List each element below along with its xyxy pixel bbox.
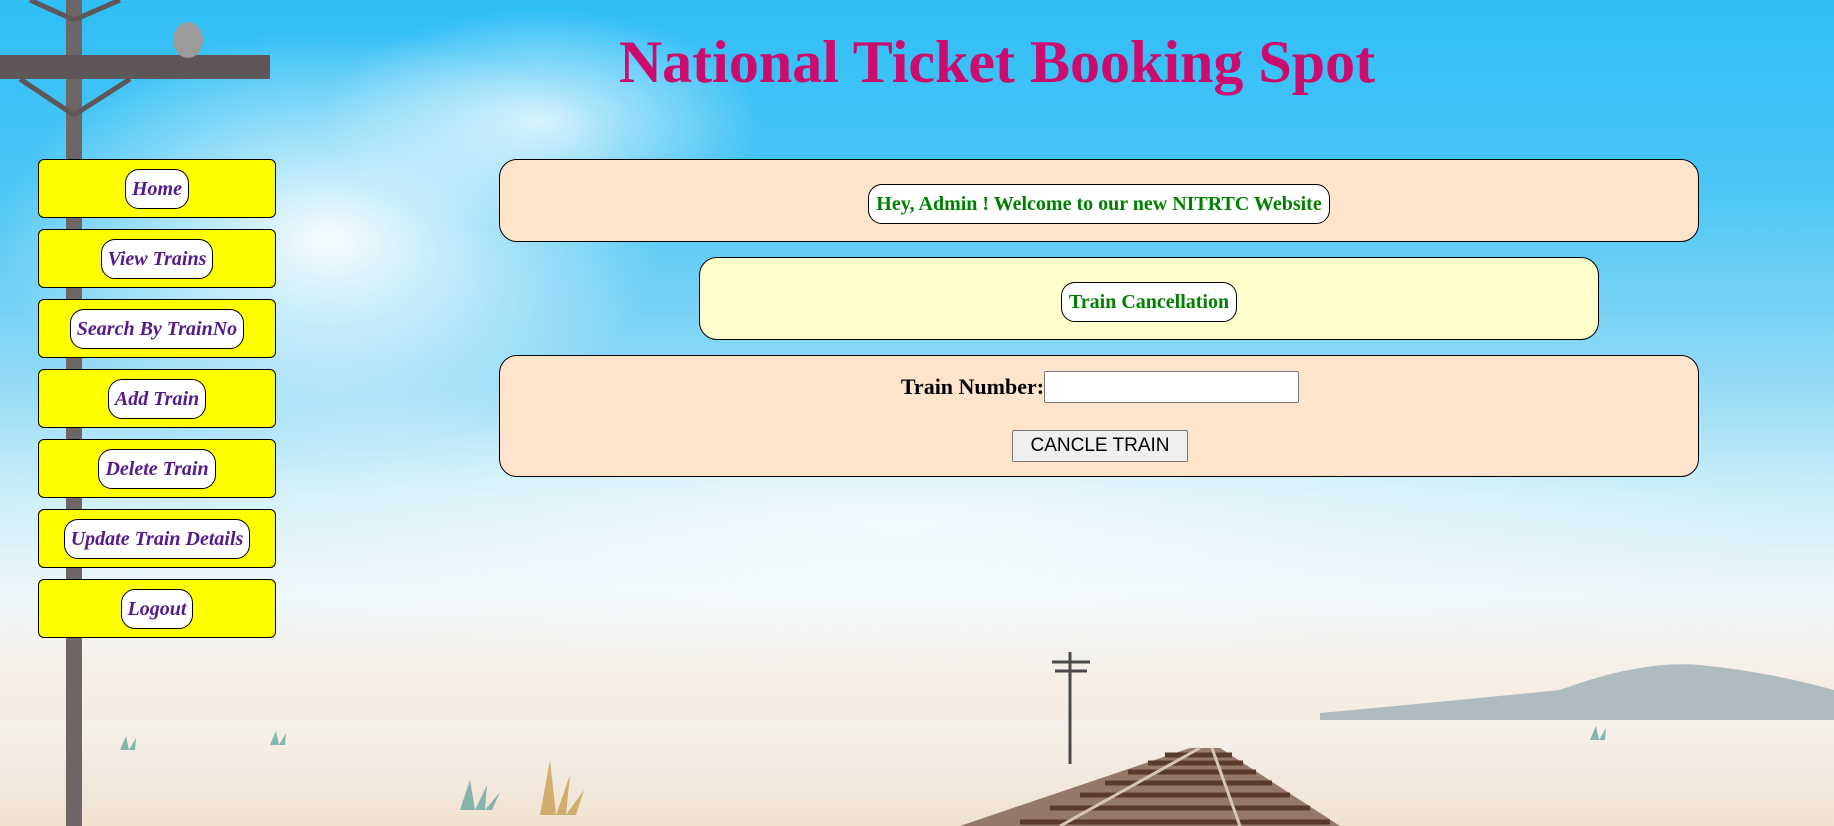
- update-train-details-link[interactable]: Update Train Details: [63, 518, 251, 559]
- logout-link[interactable]: Logout: [120, 588, 194, 629]
- submit-row: CANCLE TRAIN: [500, 430, 1700, 462]
- home-link[interactable]: Home: [125, 168, 189, 209]
- sidebar-item-update-train-details[interactable]: Update Train Details: [38, 509, 276, 568]
- sidebar-item-search-by-trainno[interactable]: Search By TrainNo: [38, 299, 276, 358]
- cancel-train-button[interactable]: CANCLE TRAIN: [1012, 430, 1188, 462]
- welcome-panel: Hey, Admin ! Welcome to our new NITRTC W…: [499, 159, 1699, 242]
- sidebar-item-add-train[interactable]: Add Train: [38, 369, 276, 428]
- add-train-link[interactable]: Add Train: [107, 378, 207, 419]
- train-number-label: Train Number:: [900, 374, 1045, 399]
- sidebar-item-logout[interactable]: Logout: [38, 579, 276, 638]
- sidebar-item-view-trains[interactable]: View Trains: [38, 229, 276, 288]
- sidebar-item-delete-train[interactable]: Delete Train: [38, 439, 276, 498]
- cancel-train-form: Train Number: CANCLE TRAIN: [499, 355, 1699, 477]
- delete-train-link[interactable]: Delete Train: [98, 448, 216, 489]
- section-title: Train Cancellation: [1060, 282, 1238, 322]
- hill: [1320, 664, 1834, 720]
- view-trains-link[interactable]: View Trains: [100, 238, 214, 279]
- welcome-message: Hey, Admin ! Welcome to our new NITRTC W…: [868, 184, 1330, 224]
- train-number-input[interactable]: [1044, 371, 1300, 403]
- search-by-trainno-link[interactable]: Search By TrainNo: [69, 308, 245, 349]
- sidebar-item-home[interactable]: Home: [38, 159, 276, 218]
- sidebar-nav: Home View Trains Search By TrainNo Add T…: [38, 159, 278, 649]
- section-header-panel: Train Cancellation: [699, 257, 1599, 340]
- train-number-row: Train Number:: [500, 371, 1700, 403]
- page-title: National Ticket Booking Spot: [618, 29, 1376, 95]
